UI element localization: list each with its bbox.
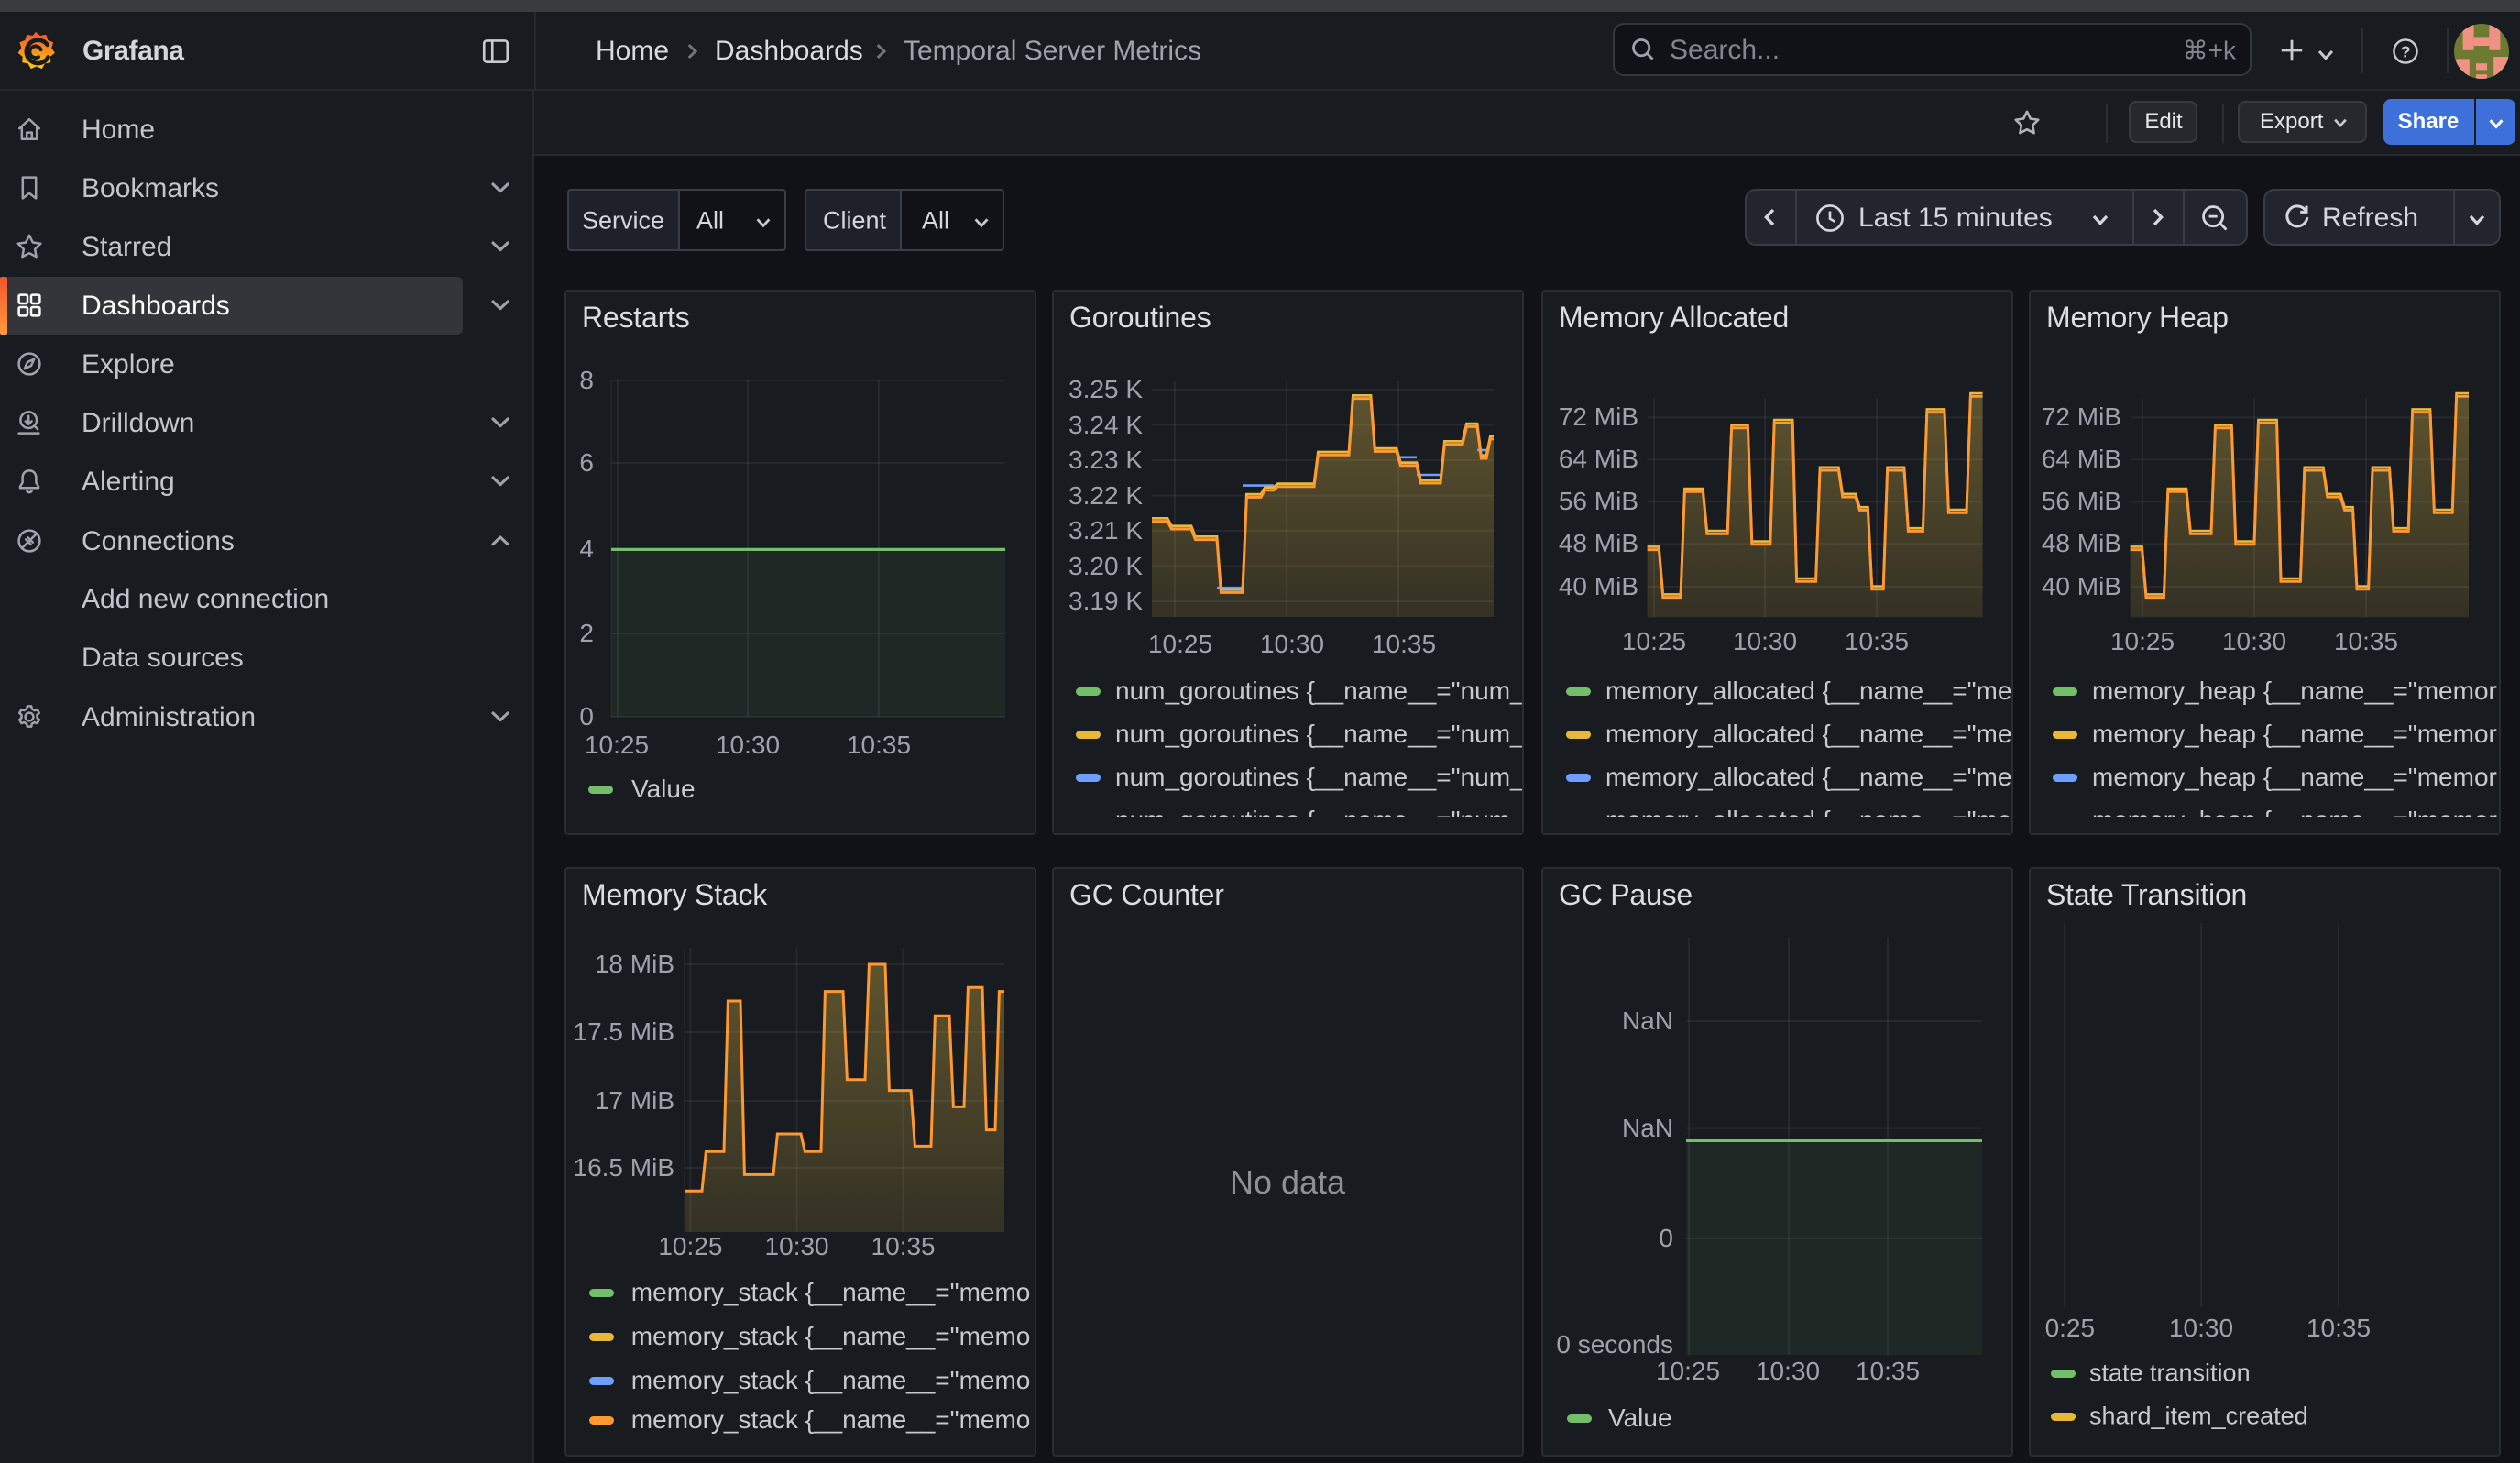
svg-text:?: ? — [2401, 43, 2411, 61]
